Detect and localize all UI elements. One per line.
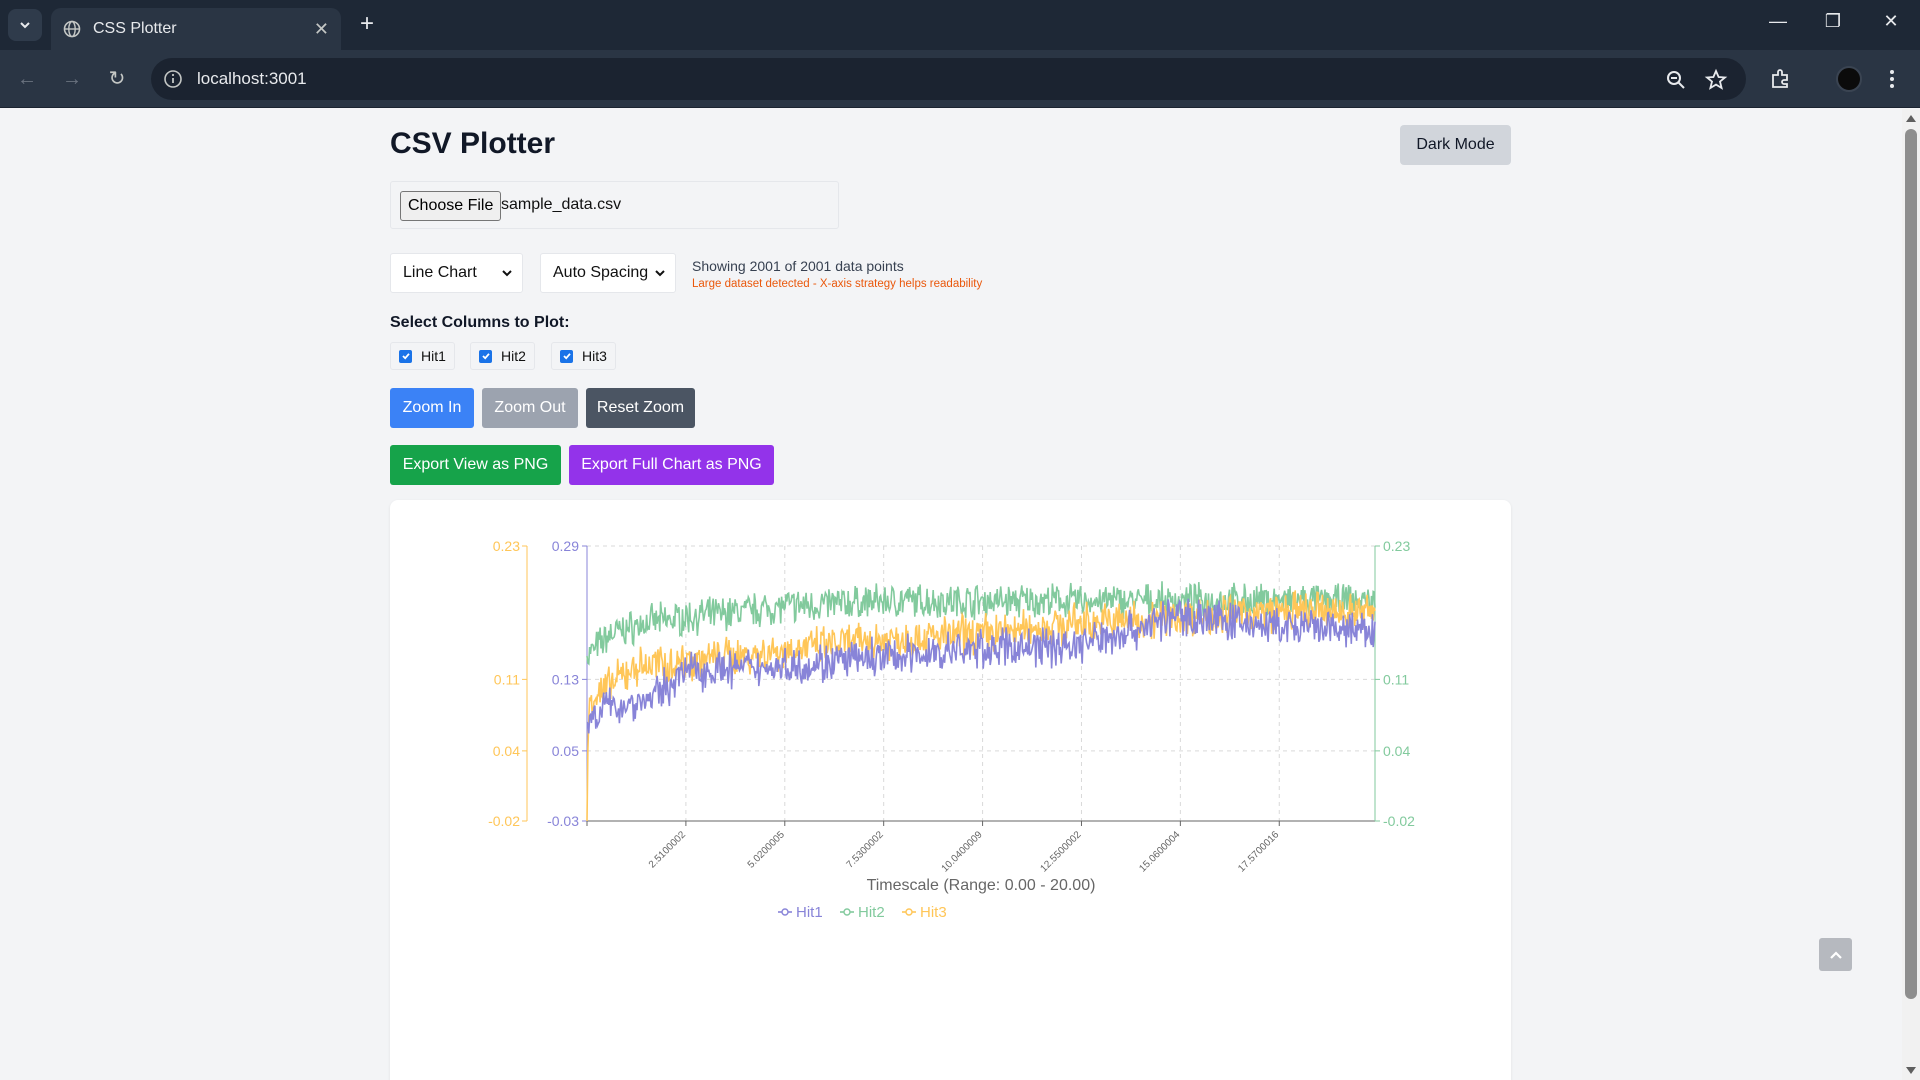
scroll-to-top-button[interactable] <box>1819 938 1852 971</box>
column-checkbox-hit2[interactable]: Hit2 <box>470 342 535 370</box>
page-content: CSV Plotter Dark Mode Choose File sample… <box>0 109 1902 1080</box>
legend-marker-hit1 <box>781 908 789 916</box>
zoom-in-button[interactable]: Zoom In <box>390 388 474 428</box>
checkbox-checked-icon[interactable] <box>560 349 573 363</box>
legend-marker-hit3 <box>905 908 913 916</box>
chart-type-select[interactable]: Line Chart <box>390 253 523 293</box>
x-axis-label: Timescale (Range: 0.00 - 20.00) <box>867 877 1096 894</box>
legend-marker-hit2 <box>843 908 851 916</box>
y-tick-label-hit3: 0.04 <box>493 743 520 759</box>
profile-avatar[interactable] <box>1836 66 1862 92</box>
y-tick-label-hit3: 0.23 <box>493 538 520 554</box>
restore-icon[interactable]: ❐ <box>1818 11 1848 32</box>
x-tick-label: 2.5100002 <box>647 829 689 871</box>
checkbox-checked-icon[interactable] <box>399 349 412 363</box>
reset-zoom-button[interactable]: Reset Zoom <box>586 388 695 428</box>
y-tick-label-hit3: -0.02 <box>488 813 520 829</box>
url-text: localhost:3001 <box>197 69 307 88</box>
plus-icon[interactable]: + <box>354 12 380 38</box>
y-tick-label-hit1: 0.05 <box>552 743 579 759</box>
reload-icon[interactable]: ↻ <box>104 66 130 92</box>
zoom-icon[interactable] <box>1664 68 1688 92</box>
chart-type-value: Line Chart <box>403 264 477 281</box>
close-icon[interactable]: ✕ <box>314 19 329 40</box>
info-icon[interactable] <box>163 69 183 89</box>
y-tick-label-hit2: 0.23 <box>1383 538 1410 554</box>
zoom-out-button[interactable]: Zoom Out <box>482 388 578 428</box>
line-chart[interactable]: 0.29 0.13 0.05 -0.03 0.23 0.11 0.04 -0.02 0.23 0.… <box>390 500 1511 1080</box>
chevron-up-icon <box>1829 950 1842 959</box>
spacing-value: Auto Spacing <box>553 264 649 281</box>
chart-card: 0.29 0.13 0.05 -0.03 0.23 0.11 0.04 -0.02 0.23 0.… <box>390 500 1511 1080</box>
tab-search-icon[interactable] <box>8 9 42 41</box>
minimize-icon[interactable]: — <box>1763 11 1793 32</box>
legend-label-hit2: Hit2 <box>858 904 885 921</box>
x-tick-label: 5.0200005 <box>746 829 788 871</box>
window-close-icon[interactable]: ✕ <box>1876 11 1906 32</box>
extensions-icon[interactable] <box>1769 67 1793 91</box>
export-full-button[interactable]: Export Full Chart as PNG <box>569 445 774 485</box>
browser-tabstrip: CSS Plotter ✕ + — ❐ ✕ <box>0 0 1920 50</box>
column-checkbox-hit3[interactable]: Hit3 <box>551 342 616 370</box>
column-checkbox-hit1[interactable]: Hit1 <box>390 342 455 370</box>
y-tick-label-hit2: -0.02 <box>1383 813 1415 829</box>
star-icon[interactable] <box>1704 68 1728 92</box>
series-line-hit1 <box>586 598 1376 734</box>
x-tick-label: 12.5500002 <box>1038 829 1083 874</box>
export-view-button[interactable]: Export View as PNG <box>390 445 561 485</box>
y-tick-label-hit2: 0.11 <box>1383 671 1409 687</box>
x-tick-label: 17.5700016 <box>1236 829 1281 874</box>
y-tick-label-hit1: 0.13 <box>552 671 579 687</box>
back-icon[interactable]: ← <box>14 66 40 92</box>
y-tick-label-hit1: -0.03 <box>547 813 579 829</box>
x-tick-label: 15.0600004 <box>1137 829 1182 874</box>
choose-file-button[interactable]: Choose File <box>400 191 502 221</box>
dataset-hint-text: Large dataset detected - X-axis strategy… <box>692 278 983 290</box>
x-tick-label: 7.5300002 <box>845 829 887 871</box>
globe-icon <box>63 20 81 38</box>
legend-label-hit1: Hit1 <box>796 904 823 921</box>
column-label: Hit1 <box>421 348 446 364</box>
checkbox-checked-icon[interactable] <box>479 349 492 363</box>
file-name: sample_data.csv <box>501 196 622 213</box>
tab-title: CSS Plotter <box>93 20 177 37</box>
scroll-down-arrow-icon[interactable] <box>1906 1067 1916 1074</box>
legend-label-hit3: Hit3 <box>920 904 947 921</box>
dark-mode-button[interactable]: Dark Mode <box>1400 125 1511 165</box>
chevron-down-icon <box>502 270 512 277</box>
column-label: Hit3 <box>582 348 607 364</box>
forward-icon[interactable]: → <box>59 66 85 92</box>
address-bar[interactable]: localhost:3001 <box>151 58 1746 100</box>
y-tick-label-hit3: 0.11 <box>494 671 520 687</box>
scrollbar-thumb[interactable] <box>1905 129 1917 999</box>
page-scrollbar[interactable] <box>1902 109 1920 1080</box>
file-input[interactable]: Choose File sample_data.csv <box>390 181 839 229</box>
browser-toolbar: ← → ↻ localhost:3001 <box>0 50 1920 108</box>
column-label: Hit2 <box>501 348 526 364</box>
spacing-select[interactable]: Auto Spacing <box>540 253 676 293</box>
y-tick-label-hit1: 0.29 <box>552 538 579 554</box>
more-icon[interactable] <box>1880 67 1904 91</box>
data-count-text: Showing 2001 of 2001 data points <box>692 258 904 274</box>
chevron-down-icon <box>655 270 665 277</box>
columns-header: Select Columns to Plot: <box>390 314 570 331</box>
y-tick-label-hit2: 0.04 <box>1383 743 1410 759</box>
browser-tab[interactable]: CSS Plotter ✕ <box>51 8 341 50</box>
page-title: CSV Plotter <box>390 127 556 160</box>
scroll-up-arrow-icon[interactable] <box>1906 115 1916 122</box>
x-tick-label: 10.0400009 <box>940 829 985 874</box>
